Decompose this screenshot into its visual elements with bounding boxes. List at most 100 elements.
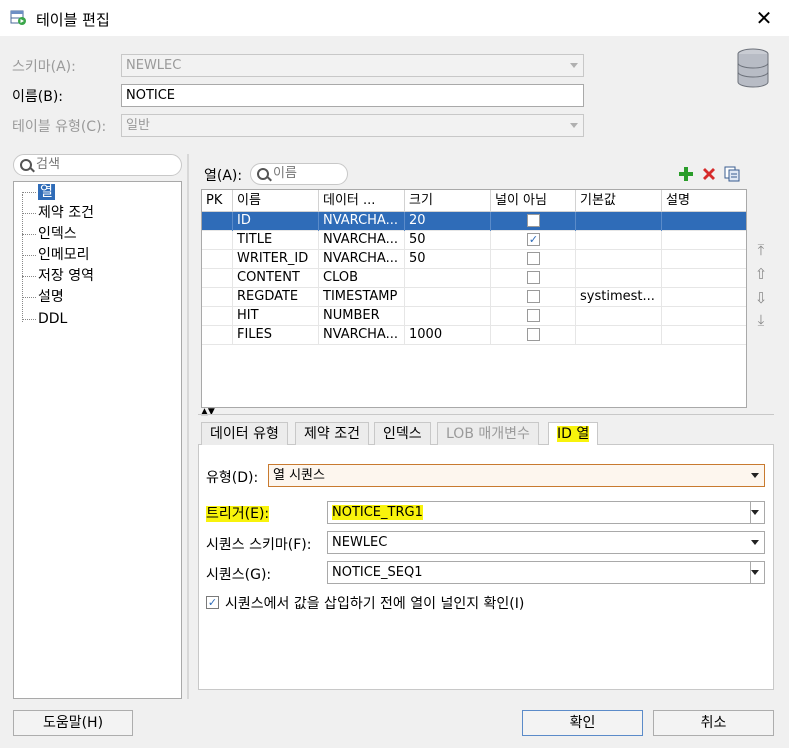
cell-default[interactable] bbox=[576, 250, 662, 269]
tree-item-inmemory[interactable]: 인메모리 bbox=[22, 245, 90, 265]
tree-item-indexes[interactable]: 인덱스 bbox=[22, 224, 77, 244]
cell-name[interactable]: CONTENT bbox=[233, 269, 319, 288]
column-search-input[interactable]: 이름 bbox=[250, 163, 348, 185]
add-column-icon[interactable] bbox=[678, 166, 694, 182]
tree-item-comment[interactable]: 설명 bbox=[22, 287, 64, 307]
table-row[interactable]: ID NVARCHA... 20 bbox=[202, 212, 746, 231]
not-null-checkbox[interactable] bbox=[527, 290, 540, 303]
id-type-combo[interactable]: 열 시퀀스 bbox=[268, 464, 765, 487]
cell-pk[interactable] bbox=[202, 307, 233, 326]
cell-default[interactable] bbox=[576, 231, 662, 250]
chevron-down-icon bbox=[570, 63, 578, 68]
tab-data-type[interactable]: 데이터 유형 bbox=[201, 422, 288, 445]
tree-item-ddl[interactable]: DDL bbox=[22, 309, 67, 329]
cell-comment[interactable] bbox=[662, 307, 746, 326]
cell-pk[interactable] bbox=[202, 231, 233, 250]
cell-pk[interactable] bbox=[202, 250, 233, 269]
cell-size[interactable] bbox=[405, 269, 491, 288]
cell-default[interactable]: systimest... bbox=[576, 288, 662, 307]
cell-type[interactable]: NVARCHA... bbox=[319, 326, 405, 345]
move-top-icon[interactable]: ⤒ bbox=[753, 242, 769, 258]
cell-name[interactable]: REGDATE bbox=[233, 288, 319, 307]
table-row[interactable]: FILES NVARCHA... 1000 bbox=[202, 326, 746, 345]
cell-comment[interactable] bbox=[662, 288, 746, 307]
not-null-checkbox[interactable] bbox=[527, 309, 540, 322]
col-header-type[interactable]: 데이터 ... bbox=[319, 190, 405, 212]
name-input[interactable]: NOTICE bbox=[121, 84, 584, 107]
table-row[interactable]: CONTENT CLOB bbox=[202, 269, 746, 288]
null-check-checkbox[interactable]: ✓ bbox=[206, 596, 219, 609]
cell-type[interactable]: NVARCHA... bbox=[319, 212, 405, 231]
copy-column-icon[interactable] bbox=[724, 166, 740, 182]
cell-default[interactable] bbox=[576, 326, 662, 345]
tab-id-column[interactable]: ID 열 bbox=[548, 422, 599, 445]
not-null-checkbox[interactable]: ✓ bbox=[527, 233, 540, 246]
columns-grid[interactable]: PK 이름 데이터 ... 크기 널이 아님 기본값 설명 ID NVARCHA.… bbox=[201, 189, 747, 408]
col-header-comment[interactable]: 설명 bbox=[662, 190, 746, 212]
split-arrows-icon[interactable]: ▲▼ bbox=[201, 408, 215, 417]
cell-size[interactable] bbox=[405, 288, 491, 307]
cell-pk[interactable] bbox=[202, 288, 233, 307]
delete-column-icon[interactable] bbox=[701, 166, 717, 182]
col-header-name[interactable]: 이름 bbox=[233, 190, 319, 212]
not-null-checkbox[interactable] bbox=[527, 252, 540, 265]
cell-pk[interactable] bbox=[202, 212, 233, 231]
cell-type[interactable]: NUMBER bbox=[319, 307, 405, 326]
cell-size[interactable]: 1000 bbox=[405, 326, 491, 345]
sequence-schema-combo[interactable]: NEWLEC bbox=[327, 531, 765, 554]
trigger-combo[interactable]: NOTICE_TRG1 bbox=[327, 501, 765, 524]
id-type-label: 유형(D): bbox=[206, 470, 259, 486]
cell-default[interactable] bbox=[576, 212, 662, 231]
cell-size[interactable]: 20 bbox=[405, 212, 491, 231]
tree-item-storage[interactable]: 저장 영역 bbox=[22, 266, 94, 286]
h-splitter[interactable] bbox=[198, 414, 774, 415]
not-null-checkbox[interactable] bbox=[527, 328, 540, 341]
cell-pk[interactable] bbox=[202, 326, 233, 345]
cell-comment[interactable] bbox=[662, 250, 746, 269]
tree-item-columns[interactable]: 열 bbox=[22, 182, 55, 202]
move-up-icon[interactable]: ⇧ bbox=[753, 266, 769, 282]
cell-size[interactable]: 50 bbox=[405, 231, 491, 250]
col-header-not-null[interactable]: 널이 아님 bbox=[491, 190, 576, 212]
cell-name[interactable]: HIT bbox=[233, 307, 319, 326]
cell-size[interactable] bbox=[405, 307, 491, 326]
help-button[interactable]: 도움말(H) bbox=[13, 710, 133, 736]
cell-pk[interactable] bbox=[202, 269, 233, 288]
tree-item-constraints[interactable]: 제약 조건 bbox=[22, 203, 94, 223]
not-null-checkbox[interactable] bbox=[527, 271, 540, 284]
cell-type[interactable]: NVARCHA... bbox=[319, 250, 405, 269]
col-header-pk[interactable]: PK bbox=[202, 190, 233, 212]
table-row[interactable]: HIT NUMBER bbox=[202, 307, 746, 326]
cell-name[interactable]: TITLE bbox=[233, 231, 319, 250]
tab-indexes[interactable]: 인덱스 bbox=[374, 422, 431, 445]
cell-type[interactable]: NVARCHA... bbox=[319, 231, 405, 250]
tree-search-input[interactable]: 검색 bbox=[13, 154, 182, 176]
cancel-button[interactable]: 취소 bbox=[653, 710, 774, 736]
table-row[interactable]: WRITER_ID NVARCHA... 50 bbox=[202, 250, 746, 269]
panel-splitter[interactable] bbox=[187, 154, 189, 699]
not-null-checkbox[interactable] bbox=[527, 214, 540, 227]
move-down-icon[interactable]: ⇩ bbox=[753, 290, 769, 306]
cell-name[interactable]: ID bbox=[233, 212, 319, 231]
cell-name[interactable]: FILES bbox=[233, 326, 319, 345]
col-header-default[interactable]: 기본값 bbox=[576, 190, 662, 212]
cell-comment[interactable] bbox=[662, 212, 746, 231]
tab-constraints[interactable]: 제약 조건 bbox=[295, 422, 369, 445]
sequence-combo[interactable]: NOTICE_SEQ1 bbox=[327, 561, 765, 584]
ok-button[interactable]: 확인 bbox=[522, 710, 643, 736]
col-header-size[interactable]: 크기 bbox=[405, 190, 491, 212]
cell-type[interactable]: CLOB bbox=[319, 269, 405, 288]
move-bottom-icon[interactable]: ⤓ bbox=[753, 312, 769, 328]
columns-label: 열(A): bbox=[204, 168, 243, 184]
cell-default[interactable] bbox=[576, 307, 662, 326]
close-icon[interactable]: ✕ bbox=[752, 6, 776, 30]
cell-name[interactable]: WRITER_ID bbox=[233, 250, 319, 269]
cell-comment[interactable] bbox=[662, 231, 746, 250]
cell-default[interactable] bbox=[576, 269, 662, 288]
cell-comment[interactable] bbox=[662, 269, 746, 288]
table-row[interactable]: TITLE NVARCHA... 50 ✓ bbox=[202, 231, 746, 250]
cell-type[interactable]: TIMESTAMP bbox=[319, 288, 405, 307]
cell-size[interactable]: 50 bbox=[405, 250, 491, 269]
table-row[interactable]: REGDATE TIMESTAMP systimest... bbox=[202, 288, 746, 307]
cell-comment[interactable] bbox=[662, 326, 746, 345]
